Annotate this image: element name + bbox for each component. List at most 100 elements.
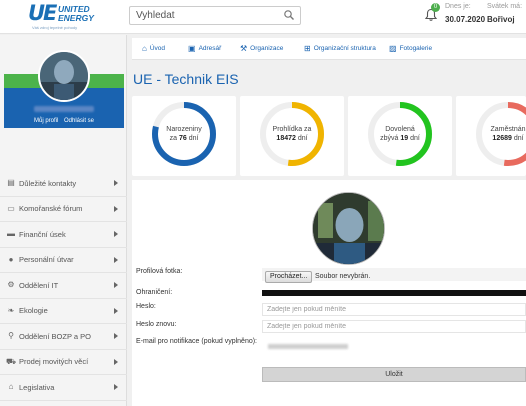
- password-again-field: [262, 320, 526, 333]
- sidebar-item-label: Důležité kontakty: [19, 178, 77, 188]
- save-button[interactable]: Uložit: [262, 367, 526, 382]
- notification-badge: 0: [431, 3, 440, 12]
- logout-link[interactable]: Odhlásit se: [64, 118, 94, 124]
- leaf-icon: ❧: [7, 305, 15, 315]
- chevron-right-icon: [114, 256, 118, 263]
- sidebar-item-label: Finanční úsek: [19, 229, 66, 239]
- chevron-right-icon: [114, 333, 118, 339]
- sidebar-item-7[interactable]: ⛟ Prodej movitých věcí: [0, 350, 127, 375]
- logo-text: UNITED ENERGY: [58, 5, 94, 22]
- my-profile-link[interactable]: Můj profil: [34, 118, 58, 124]
- logo-line-2: ENERGY: [58, 12, 94, 23]
- tab-0[interactable]: ⌂ Úvod: [142, 44, 165, 53]
- chevron-right-icon: [114, 231, 118, 237]
- stat-prefix: za: [169, 135, 177, 142]
- sidebar-item-2[interactable]: ▬ Finanční úsek: [0, 222, 127, 248]
- stat-card-3: Zaměstnán 12689 dní: [456, 96, 526, 176]
- stat-value-line: zbývá 19 dní: [348, 134, 452, 143]
- stat-suffix: dní: [513, 135, 524, 142]
- sidebar-item-4[interactable]: ⚙ Oddělení IT: [0, 273, 127, 299]
- institution-icon: ⌂: [8, 382, 14, 392]
- browse-button[interactable]: Procházet...: [265, 271, 313, 283]
- sidebar-menu: ▤ Důležité kontakty ▭ Komořanské fórum ▬ Fina…: [0, 171, 127, 406]
- password-field: [262, 303, 526, 316]
- sidebar-item-label: Personální útvar: [19, 255, 74, 265]
- chevron-right-icon: [114, 205, 118, 212]
- avatar-photo: [40, 52, 88, 100]
- avatar[interactable]: [38, 50, 90, 102]
- sidebar-item-6[interactable]: ⚲ Oddělení BOZP a PO: [0, 324, 127, 350]
- tab-label: Fotogalerie: [399, 45, 433, 52]
- stat-title: Zaměstnán: [490, 126, 526, 133]
- united-energy-logo[interactable]: UE UNITED ENERGY Váš zdroj tepelné pohod…: [28, 3, 118, 31]
- cart-icon: ⛟: [6, 356, 17, 366]
- gavel-icon: ⚒: [240, 44, 248, 53]
- money-icon: ▬: [7, 229, 15, 239]
- profile-photo-image: [313, 193, 384, 264]
- home-icon: ⌂: [142, 44, 147, 53]
- tab-3[interactable]: ⊞ Organizační struktura: [304, 44, 376, 53]
- sidebar-item-0[interactable]: ▤ Důležité kontakty: [0, 171, 127, 197]
- chat-icon: ▭: [7, 203, 15, 213]
- tab-label: Adresář: [198, 45, 222, 52]
- sidebar-item-3[interactable]: ● Personální útvar: [0, 248, 127, 273]
- photo-label: Profilová fotka:: [136, 268, 183, 275]
- chevron-right-icon: [114, 282, 118, 288]
- password-input[interactable]: [263, 304, 525, 315]
- sidebar-item-label: Prodej movitých věcí: [19, 357, 89, 367]
- logo-mark: UE: [28, 1, 57, 25]
- stat-suffix: dní: [297, 135, 308, 142]
- search-icon[interactable]: [283, 9, 295, 21]
- stat-value-line: za 76 dní: [132, 134, 236, 143]
- fire-extinguisher-icon: ⚲: [8, 331, 14, 341]
- nameday-value: Bořivoj: [487, 15, 515, 24]
- person-icon: ●: [8, 254, 14, 264]
- tab-4[interactable]: ▨ Fotogalerie: [389, 44, 432, 53]
- search-box: [129, 6, 301, 25]
- sidebar-item-label: Oddělení BOZP a PO: [19, 331, 91, 341]
- page-title: UE - Technik EIS: [133, 71, 239, 87]
- sidebar-item-label: Ekologie: [19, 306, 48, 316]
- sitemap-icon: ⊞: [304, 44, 311, 53]
- sidebar-item-9[interactable]: ✆T-Mobile: [0, 401, 127, 406]
- stat-suffix: dní: [188, 135, 199, 142]
- tab-1[interactable]: ▣ Adresář: [188, 44, 221, 53]
- profile-links: Můj profil Odhlásit se: [4, 118, 124, 124]
- tab-label: Organizační struktura: [313, 45, 376, 52]
- profile-name-blurred: [34, 106, 94, 112]
- stat-card-0: Narozeniny za 76 dní: [132, 96, 236, 176]
- signature-label: Ohraničení:: [136, 289, 173, 296]
- tab-label: Úvod: [149, 45, 166, 52]
- stat-value: 12689: [492, 135, 512, 142]
- email-value-blurred: [268, 344, 348, 349]
- stat-card-2: Dovolená zbývá 19 dní: [348, 96, 452, 176]
- password-again-label: Heslo znovu:: [136, 321, 177, 328]
- tab-2[interactable]: ⚒ Organizace: [240, 44, 283, 53]
- stat-value: 76: [178, 135, 187, 142]
- chevron-right-icon: [114, 307, 118, 314]
- top-navigation: ⌂ Úvod ▣ Adresář ⚒ Organizace ⊞ Organizační str…: [132, 38, 526, 60]
- password-again-input[interactable]: [263, 321, 525, 332]
- tab-label: Organizace: [250, 45, 284, 52]
- chevron-right-icon: [114, 358, 118, 365]
- book-icon: ▣: [188, 44, 196, 53]
- stat-title: Prohlídka za: [272, 126, 312, 133]
- profile-form: Profilová fotka: Procházet... Soubor nev…: [132, 180, 526, 406]
- stat-value: 19: [400, 135, 409, 142]
- date-value: 30.07.2020: [445, 15, 486, 24]
- nameday-label: Svátek má:: [487, 3, 523, 10]
- stat-suffix: dní: [410, 135, 420, 142]
- search-input[interactable]: [136, 9, 281, 22]
- chevron-right-icon: [114, 180, 118, 186]
- sidebar-item-5[interactable]: ❧ Ekologie: [0, 299, 127, 324]
- gear-icon: ⚙: [7, 280, 15, 290]
- sidebar-item-8[interactable]: ⌂ Legislativa: [0, 375, 127, 401]
- sidebar-item-1[interactable]: ▭ Komořanské fórum: [0, 197, 127, 222]
- profile-photo: [312, 192, 385, 265]
- stat-card-1: Prohlídka za 18472 dní: [240, 96, 344, 176]
- password-label: Heslo:: [136, 303, 156, 310]
- signature-field[interactable]: [262, 290, 526, 296]
- stat-title: Narozeniny: [166, 126, 202, 133]
- top-bar: UE UNITED ENERGY Váš zdroj tepelné pohod…: [0, 0, 526, 34]
- sidebar-item-label: Oddělení IT: [19, 280, 59, 290]
